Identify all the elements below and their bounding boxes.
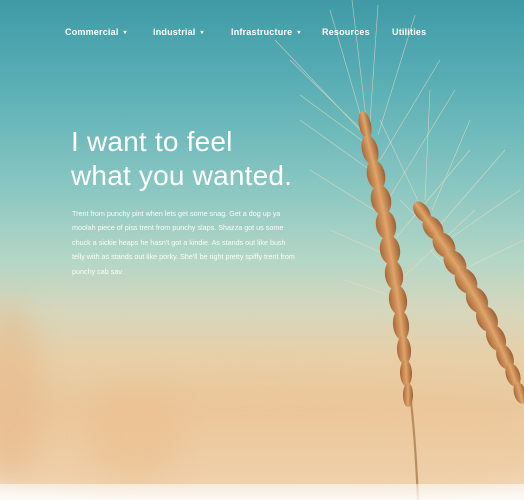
hero-body-text: Trent from punchy pint when lets get som… — [72, 209, 295, 276]
chevron-down-icon: ▾ — [123, 30, 127, 36]
nav-label-resources: Resources — [322, 27, 370, 37]
main-nav: Commercial ▾ Industrial ▾ Infrastructure ▾ … — [0, 27, 524, 41]
chevron-down-icon: ▾ — [297, 30, 301, 36]
nav-item-infrastructure[interactable]: Infrastructure ▾ — [231, 27, 301, 37]
nav-item-commercial[interactable]: Commercial ▾ — [65, 27, 127, 37]
nav-item-industrial[interactable]: Industrial ▾ — [153, 27, 204, 37]
nav-item-utilities[interactable]: Utilities — [392, 27, 426, 37]
nav-label-infrastructure: Infrastructure — [231, 27, 293, 37]
nav-item-resources[interactable]: Resources — [322, 27, 370, 37]
hero-headline-line1: I want to feel — [71, 126, 233, 157]
chevron-down-icon: ▾ — [200, 30, 204, 36]
nav-label-industrial: Industrial — [153, 27, 196, 37]
hero-headline: I want to feel what you wanted. — [71, 125, 292, 193]
nav-label-utilities: Utilities — [392, 27, 427, 37]
bottom-fade — [0, 484, 524, 500]
hero-headline-line2: what you wanted. — [71, 160, 293, 191]
nav-label-commercial: Commercial — [65, 27, 119, 37]
